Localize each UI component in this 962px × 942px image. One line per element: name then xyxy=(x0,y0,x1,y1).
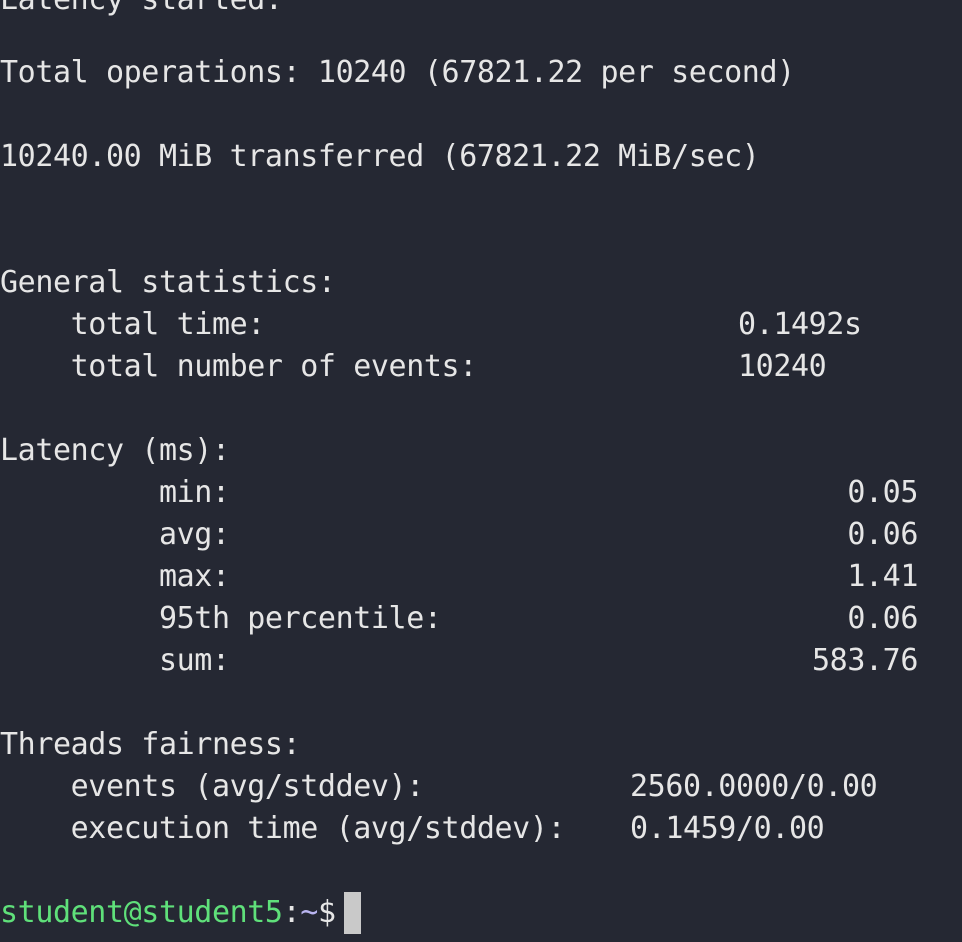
total-time-label: total time: xyxy=(0,307,266,342)
threads-events-value: 2560.0000/0.00 xyxy=(630,769,878,804)
transferred-line: 10240.00 MiB transferred (67821.22 MiB/s… xyxy=(0,139,760,174)
general-statistics-header: General statistics: xyxy=(0,265,336,300)
latency-p95-label: 95th percentile: xyxy=(0,601,442,636)
prompt-symbol: $ xyxy=(317,895,336,930)
latency-p95-value: 0.06 xyxy=(847,601,918,636)
threads-exec-label: execution time (avg/stddev): xyxy=(0,811,566,846)
latency-sum-label: sum: xyxy=(0,643,230,678)
latency-avg-value: 0.06 xyxy=(847,517,918,552)
partial-output-line: Latency started. xyxy=(0,0,283,21)
latency-sum-value: 583.76 xyxy=(812,643,918,678)
prompt-separator: : xyxy=(282,895,301,930)
terminal-window[interactable]: Latency started. Total operations: 10240… xyxy=(0,0,962,942)
shell-prompt[interactable]: student@student5:~$ xyxy=(0,892,361,934)
prompt-user-host: student@student5 xyxy=(0,895,283,930)
prompt-path: ~ xyxy=(300,895,318,930)
latency-min-value: 0.05 xyxy=(847,475,918,510)
threads-fairness-header: Threads fairness: xyxy=(0,727,301,762)
total-events-label: total number of events: xyxy=(0,349,478,384)
total-time-value: 0.1492s xyxy=(738,307,862,342)
total-operations-line: Total operations: 10240 (67821.22 per se… xyxy=(0,55,795,90)
threads-events-label: events (avg/stddev): xyxy=(0,769,425,804)
latency-header: Latency (ms): xyxy=(0,433,230,468)
text-cursor xyxy=(343,892,361,934)
latency-avg-label: avg: xyxy=(0,517,230,552)
total-events-value: 10240 xyxy=(738,349,827,384)
latency-max-value: 1.41 xyxy=(847,559,918,594)
threads-exec-value: 0.1459/0.00 xyxy=(630,811,825,846)
latency-min-label: min: xyxy=(0,475,230,510)
latency-max-label: max: xyxy=(0,559,230,594)
